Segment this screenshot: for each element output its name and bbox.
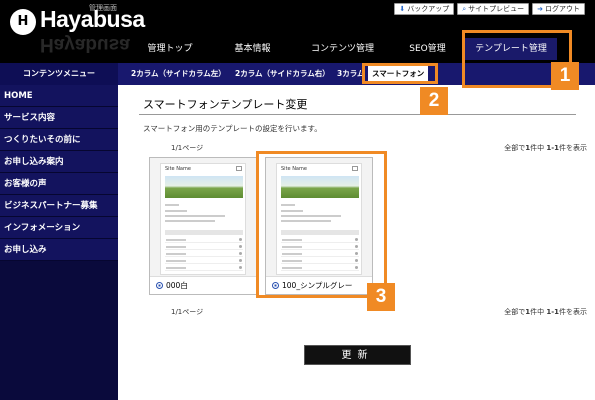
- preview-list-row: [165, 265, 243, 271]
- radio-button[interactable]: [156, 282, 163, 289]
- logout-button[interactable]: ➜ ログアウト: [532, 3, 585, 15]
- preview-text-line: [165, 220, 215, 222]
- search-icon: ⌕: [462, 5, 467, 13]
- sidebar: HOME サービス内容 つくりたいその前に お申し込み案内 お客様の声 ビジネス…: [0, 85, 118, 400]
- nav-tab-content[interactable]: コンテンツ管理: [295, 38, 390, 60]
- count-range: 1-1: [546, 144, 559, 152]
- preview-list-header: [165, 230, 243, 235]
- sidebar-item-application-guide[interactable]: お申し込み案内: [0, 151, 118, 173]
- callout-badge-2: 2: [420, 87, 448, 115]
- sidebar-item-information[interactable]: インフォメーション: [0, 217, 118, 239]
- callout-highlight-2: [362, 63, 438, 84]
- nav-tab-basic-info[interactable]: 基本情報: [210, 38, 295, 60]
- site-preview-button[interactable]: ⌕ サイトプレビュー: [457, 3, 530, 15]
- result-count-top: 全部で1件中 1-1件を表示: [504, 143, 587, 153]
- sidebar-item-services[interactable]: サービス内容: [0, 107, 118, 129]
- count-suffix: 件を表示: [559, 144, 587, 152]
- sidebar-item-home[interactable]: HOME: [0, 85, 118, 107]
- callout-highlight-3: [256, 151, 387, 298]
- backup-button[interactable]: ⬇ バックアップ: [394, 3, 455, 15]
- template-card[interactable]: Site Name 000白: [149, 157, 257, 295]
- sidebar-item-apply[interactable]: お申し込み: [0, 239, 118, 261]
- logo-reflection: Hayabusa: [40, 34, 130, 55]
- preview-text-line: [165, 215, 225, 217]
- backup-button-label: バックアップ: [407, 5, 450, 13]
- preview-site-name: Site Name: [165, 166, 191, 172]
- count-prefix: 全部で: [504, 308, 526, 316]
- sidebar-item-customer-voices[interactable]: お客様の声: [0, 173, 118, 195]
- logout-button-label: ログアウト: [545, 5, 580, 13]
- download-icon: ⬇: [399, 5, 406, 13]
- callout-badge-1: 1: [551, 62, 579, 90]
- template-option[interactable]: 000白: [150, 276, 256, 294]
- sidebar-item-before-creating[interactable]: つくりたいその前に: [0, 129, 118, 151]
- menu-icon: [236, 166, 242, 171]
- logo-subtitle: 管理画面: [89, 4, 117, 12]
- pager-top: 1/1ページ: [171, 144, 204, 152]
- count-range: 1-1: [546, 308, 559, 316]
- logout-icon: ➜: [537, 5, 543, 13]
- nav-tab-admin-top[interactable]: 管理トップ: [130, 38, 210, 60]
- nav-tab-seo[interactable]: SEO管理: [390, 38, 465, 60]
- subtab-2col-left[interactable]: 2カラム（サイドカラム左）: [131, 68, 226, 79]
- callout-badge-3: 3: [367, 283, 395, 311]
- content-menu-label: コンテンツメニュー: [0, 63, 118, 85]
- template-name: 000白: [166, 280, 188, 290]
- count-mid: 件中: [530, 144, 547, 152]
- sidebar-item-business-partner[interactable]: ビジネスパートナー募集: [0, 195, 118, 217]
- subtab-2col-right[interactable]: 2カラム（サイドカラム右）: [235, 68, 330, 79]
- preview-list-row: [165, 251, 243, 257]
- update-button[interactable]: 更新: [304, 345, 411, 365]
- site-preview-button-label: サイトプレビュー: [468, 5, 525, 13]
- count-mid: 件中: [530, 308, 547, 316]
- top-utility-buttons: ⬇ バックアップ ⌕ サイトプレビュー ➜ ログアウト: [394, 3, 585, 15]
- preview-list-row: [165, 258, 243, 264]
- preview-text-line: [165, 204, 179, 206]
- phone-mockup: Site Name: [160, 163, 246, 275]
- count-suffix: 件を表示: [559, 308, 587, 316]
- page-description: スマートフォン用のテンプレートの設定を行います。: [143, 124, 322, 133]
- preview-list-row: [165, 237, 243, 243]
- pager-bottom: 1/1ページ: [171, 308, 204, 316]
- count-prefix: 全部で: [504, 144, 526, 152]
- template-preview: Site Name: [150, 158, 256, 276]
- logo-mark-icon: H: [10, 9, 36, 35]
- preview-list-row: [165, 244, 243, 250]
- result-count-bottom: 全部で1件中 1-1件を表示: [504, 307, 587, 317]
- preview-text-line: [165, 210, 187, 212]
- page-title: スマートフォンテンプレート変更: [139, 95, 576, 115]
- preview-hero-image: [165, 176, 243, 198]
- subtab-3col[interactable]: 3カラム: [337, 68, 365, 79]
